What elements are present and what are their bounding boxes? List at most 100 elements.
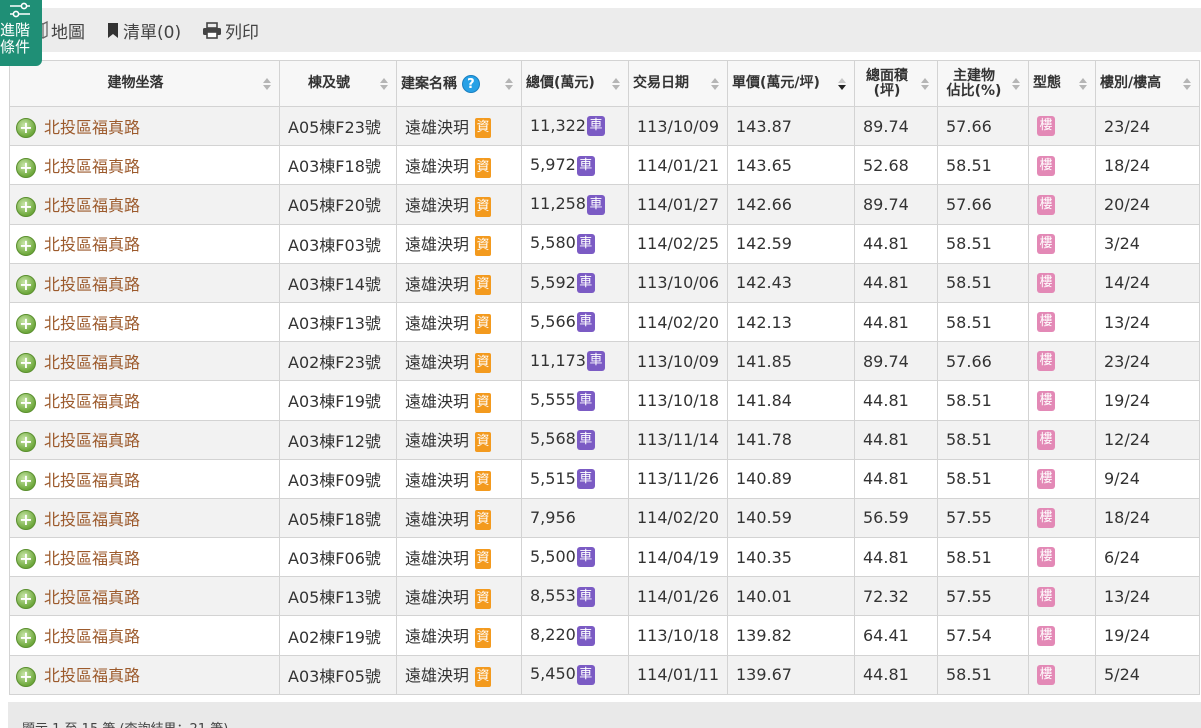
table-row[interactable]: + 北投區福真路 A05棟F13號 遠雄泱玥資 8,553 車 114/01/26 140.0… bbox=[9, 576, 1200, 617]
table-row[interactable]: + 北投區福真路 A02棟F23號 遠雄泱玥資 11,173 車 113/10/09 141.… bbox=[9, 341, 1200, 382]
expand-plus-icon[interactable]: + bbox=[16, 549, 36, 570]
parking-badge-icon[interactable]: 車 bbox=[576, 625, 595, 646]
table-row[interactable]: + 北投區福真路 A03棟F03號 遠雄泱玥資 5,580 車 114/02/25 142.5… bbox=[9, 223, 1200, 264]
expand-plus-icon[interactable]: + bbox=[16, 471, 36, 492]
parking-badge-icon[interactable]: 車 bbox=[576, 155, 595, 176]
info-badge-icon[interactable]: 資 bbox=[475, 510, 492, 531]
list-button[interactable]: 清單(0) bbox=[106, 18, 181, 43]
advanced-filter-button[interactable]: 進階 條件 bbox=[0, 0, 42, 66]
table-row[interactable]: + 北投區福真路 A02棟F19號 遠雄泱玥資 8,220 車 113/10/18 139.8… bbox=[9, 615, 1200, 656]
parking-badge-icon[interactable]: 車 bbox=[576, 429, 595, 450]
parking-badge-icon[interactable]: 車 bbox=[576, 312, 595, 333]
building-type-badge-icon[interactable]: 樓 bbox=[1037, 273, 1055, 294]
table-row[interactable]: + 北投區福真路 A03棟F05號 遠雄泱玥資 5,450 車 114/01/11 139.6… bbox=[9, 654, 1200, 695]
table-row[interactable]: + 北投區福真路 A05棟F20號 遠雄泱玥資 11,258 車 114/01/27 142.… bbox=[9, 184, 1200, 225]
cell-location[interactable]: + 北投區福真路 bbox=[9, 576, 280, 617]
col-header-area[interactable]: 總面積 (坪) bbox=[854, 60, 938, 107]
col-header-date[interactable]: 交易日期 bbox=[628, 60, 728, 107]
expand-plus-icon[interactable]: + bbox=[16, 118, 36, 139]
cell-location[interactable]: + 北投區福真路 bbox=[9, 537, 280, 578]
cell-location[interactable]: + 北投區福真路 bbox=[9, 341, 280, 382]
table-row[interactable]: + 北投區福真路 A05棟F18號 遠雄泱玥資 7,956 114/02/20 140.59… bbox=[9, 497, 1200, 539]
expand-plus-icon[interactable]: + bbox=[16, 392, 36, 413]
expand-plus-icon[interactable]: + bbox=[16, 196, 36, 217]
expand-plus-icon[interactable]: + bbox=[16, 314, 36, 335]
table-row[interactable]: + 北投區福真路 A03棟F14號 遠雄泱玥資 5,592 車 113/10/06 142.4… bbox=[9, 262, 1200, 303]
col-header-location[interactable]: 建物坐落 bbox=[9, 60, 280, 107]
building-type-badge-icon[interactable]: 樓 bbox=[1037, 586, 1055, 607]
expand-plus-icon[interactable]: + bbox=[16, 353, 36, 374]
help-icon[interactable]: ? bbox=[461, 74, 480, 93]
expand-plus-icon[interactable]: + bbox=[16, 235, 36, 256]
info-badge-icon[interactable]: 資 bbox=[475, 392, 492, 413]
table-row[interactable]: + 北投區福真路 A03棟F12號 遠雄泱玥資 5,568 車 113/11/14 141.7… bbox=[9, 419, 1200, 460]
building-type-badge-icon[interactable]: 樓 bbox=[1037, 625, 1055, 646]
expand-plus-icon[interactable]: + bbox=[16, 510, 36, 531]
parking-badge-icon[interactable]: 車 bbox=[586, 194, 605, 215]
cell-location[interactable]: + 北投區福真路 bbox=[9, 419, 280, 460]
cell-location[interactable]: + 北投區福真路 bbox=[9, 458, 280, 499]
building-type-badge-icon[interactable]: 樓 bbox=[1037, 547, 1055, 568]
col-header-project[interactable]: 建案名稱 ? bbox=[396, 60, 522, 107]
parking-badge-icon[interactable]: 車 bbox=[576, 586, 595, 607]
parking-badge-icon[interactable]: 車 bbox=[576, 233, 595, 254]
table-row[interactable]: + 北投區福真路 A03棟F06號 遠雄泱玥資 5,500 車 114/04/19 140.3… bbox=[9, 537, 1200, 578]
parking-badge-icon[interactable]: 車 bbox=[576, 390, 595, 411]
cell-location[interactable]: + 北投區福真路 bbox=[9, 223, 280, 264]
info-badge-icon[interactable]: 資 bbox=[475, 588, 492, 609]
cell-location[interactable]: + 北投區福真路 bbox=[9, 145, 280, 186]
info-badge-icon[interactable]: 資 bbox=[475, 549, 492, 570]
cell-location[interactable]: + 北投區福真路 bbox=[9, 654, 280, 695]
cell-location[interactable]: + 北投區福真路 bbox=[9, 380, 280, 421]
building-type-badge-icon[interactable]: 樓 bbox=[1037, 390, 1055, 411]
table-row[interactable]: + 北投區福真路 A05棟F23號 遠雄泱玥資 11,322 車 113/10/09 143.… bbox=[9, 105, 1200, 147]
info-badge-icon[interactable]: 資 bbox=[475, 666, 492, 687]
cell-location[interactable]: + 北投區福真路 bbox=[9, 615, 280, 656]
building-type-badge-icon[interactable]: 樓 bbox=[1037, 351, 1055, 372]
info-badge-icon[interactable]: 資 bbox=[475, 196, 492, 217]
expand-plus-icon[interactable]: + bbox=[16, 275, 36, 296]
info-badge-icon[interactable]: 資 bbox=[475, 353, 492, 374]
parking-badge-icon[interactable]: 車 bbox=[576, 469, 595, 490]
table-row[interactable]: + 北投區福真路 A03棟F09號 遠雄泱玥資 5,515 車 113/11/26 140.8… bbox=[9, 458, 1200, 499]
cell-location[interactable]: + 北投區福真路 bbox=[9, 105, 280, 147]
print-button[interactable]: 列印 bbox=[202, 18, 259, 43]
expand-plus-icon[interactable]: + bbox=[16, 588, 36, 609]
col-header-unit-price[interactable]: 單價(萬元/坪) bbox=[727, 60, 855, 107]
building-type-badge-icon[interactable]: 樓 bbox=[1037, 155, 1055, 176]
building-type-badge-icon[interactable]: 樓 bbox=[1037, 469, 1055, 490]
col-header-floor[interactable]: 樓別/樓高 bbox=[1095, 60, 1200, 107]
parking-badge-icon[interactable]: 車 bbox=[576, 547, 595, 568]
info-badge-icon[interactable]: 資 bbox=[475, 314, 492, 335]
col-header-type[interactable]: 型態 bbox=[1028, 60, 1096, 107]
parking-badge-icon[interactable]: 車 bbox=[586, 116, 605, 137]
col-header-unit[interactable]: 棟及號 bbox=[279, 60, 397, 107]
col-header-total-price[interactable]: 總價(萬元) bbox=[521, 60, 629, 107]
info-badge-icon[interactable]: 資 bbox=[475, 157, 492, 178]
info-badge-icon[interactable]: 資 bbox=[475, 471, 492, 492]
info-badge-icon[interactable]: 資 bbox=[475, 235, 492, 256]
building-type-badge-icon[interactable]: 樓 bbox=[1037, 664, 1055, 685]
info-badge-icon[interactable]: 資 bbox=[475, 275, 492, 296]
info-badge-icon[interactable]: 資 bbox=[475, 431, 492, 452]
expand-plus-icon[interactable]: + bbox=[16, 157, 36, 178]
expand-plus-icon[interactable]: + bbox=[16, 431, 36, 452]
cell-location[interactable]: + 北投區福真路 bbox=[9, 262, 280, 303]
table-row[interactable]: + 北投區福真路 A03棟F18號 遠雄泱玥資 5,972 車 114/01/21 143.6… bbox=[9, 145, 1200, 186]
building-type-badge-icon[interactable]: 樓 bbox=[1037, 116, 1055, 137]
info-badge-icon[interactable]: 資 bbox=[475, 627, 492, 648]
building-type-badge-icon[interactable]: 樓 bbox=[1037, 194, 1055, 215]
cell-location[interactable]: + 北投區福真路 bbox=[9, 301, 280, 343]
building-type-badge-icon[interactable]: 樓 bbox=[1037, 233, 1055, 254]
parking-badge-icon[interactable]: 車 bbox=[586, 351, 605, 372]
info-badge-icon[interactable]: 資 bbox=[475, 118, 492, 139]
col-header-main-ratio[interactable]: 主建物 佔比(%) bbox=[937, 60, 1029, 107]
parking-badge-icon[interactable]: 車 bbox=[576, 273, 595, 294]
expand-plus-icon[interactable]: + bbox=[16, 666, 36, 687]
table-row[interactable]: + 北投區福真路 A03棟F13號 遠雄泱玥資 5,566 車 114/02/20 142.1… bbox=[9, 301, 1200, 343]
cell-location[interactable]: + 北投區福真路 bbox=[9, 497, 280, 539]
parking-badge-icon[interactable]: 車 bbox=[576, 664, 595, 685]
building-type-badge-icon[interactable]: 樓 bbox=[1037, 429, 1055, 450]
building-type-badge-icon[interactable]: 樓 bbox=[1037, 312, 1055, 333]
table-row[interactable]: + 北投區福真路 A03棟F19號 遠雄泱玥資 5,555 車 113/10/18 141.8… bbox=[9, 380, 1200, 421]
